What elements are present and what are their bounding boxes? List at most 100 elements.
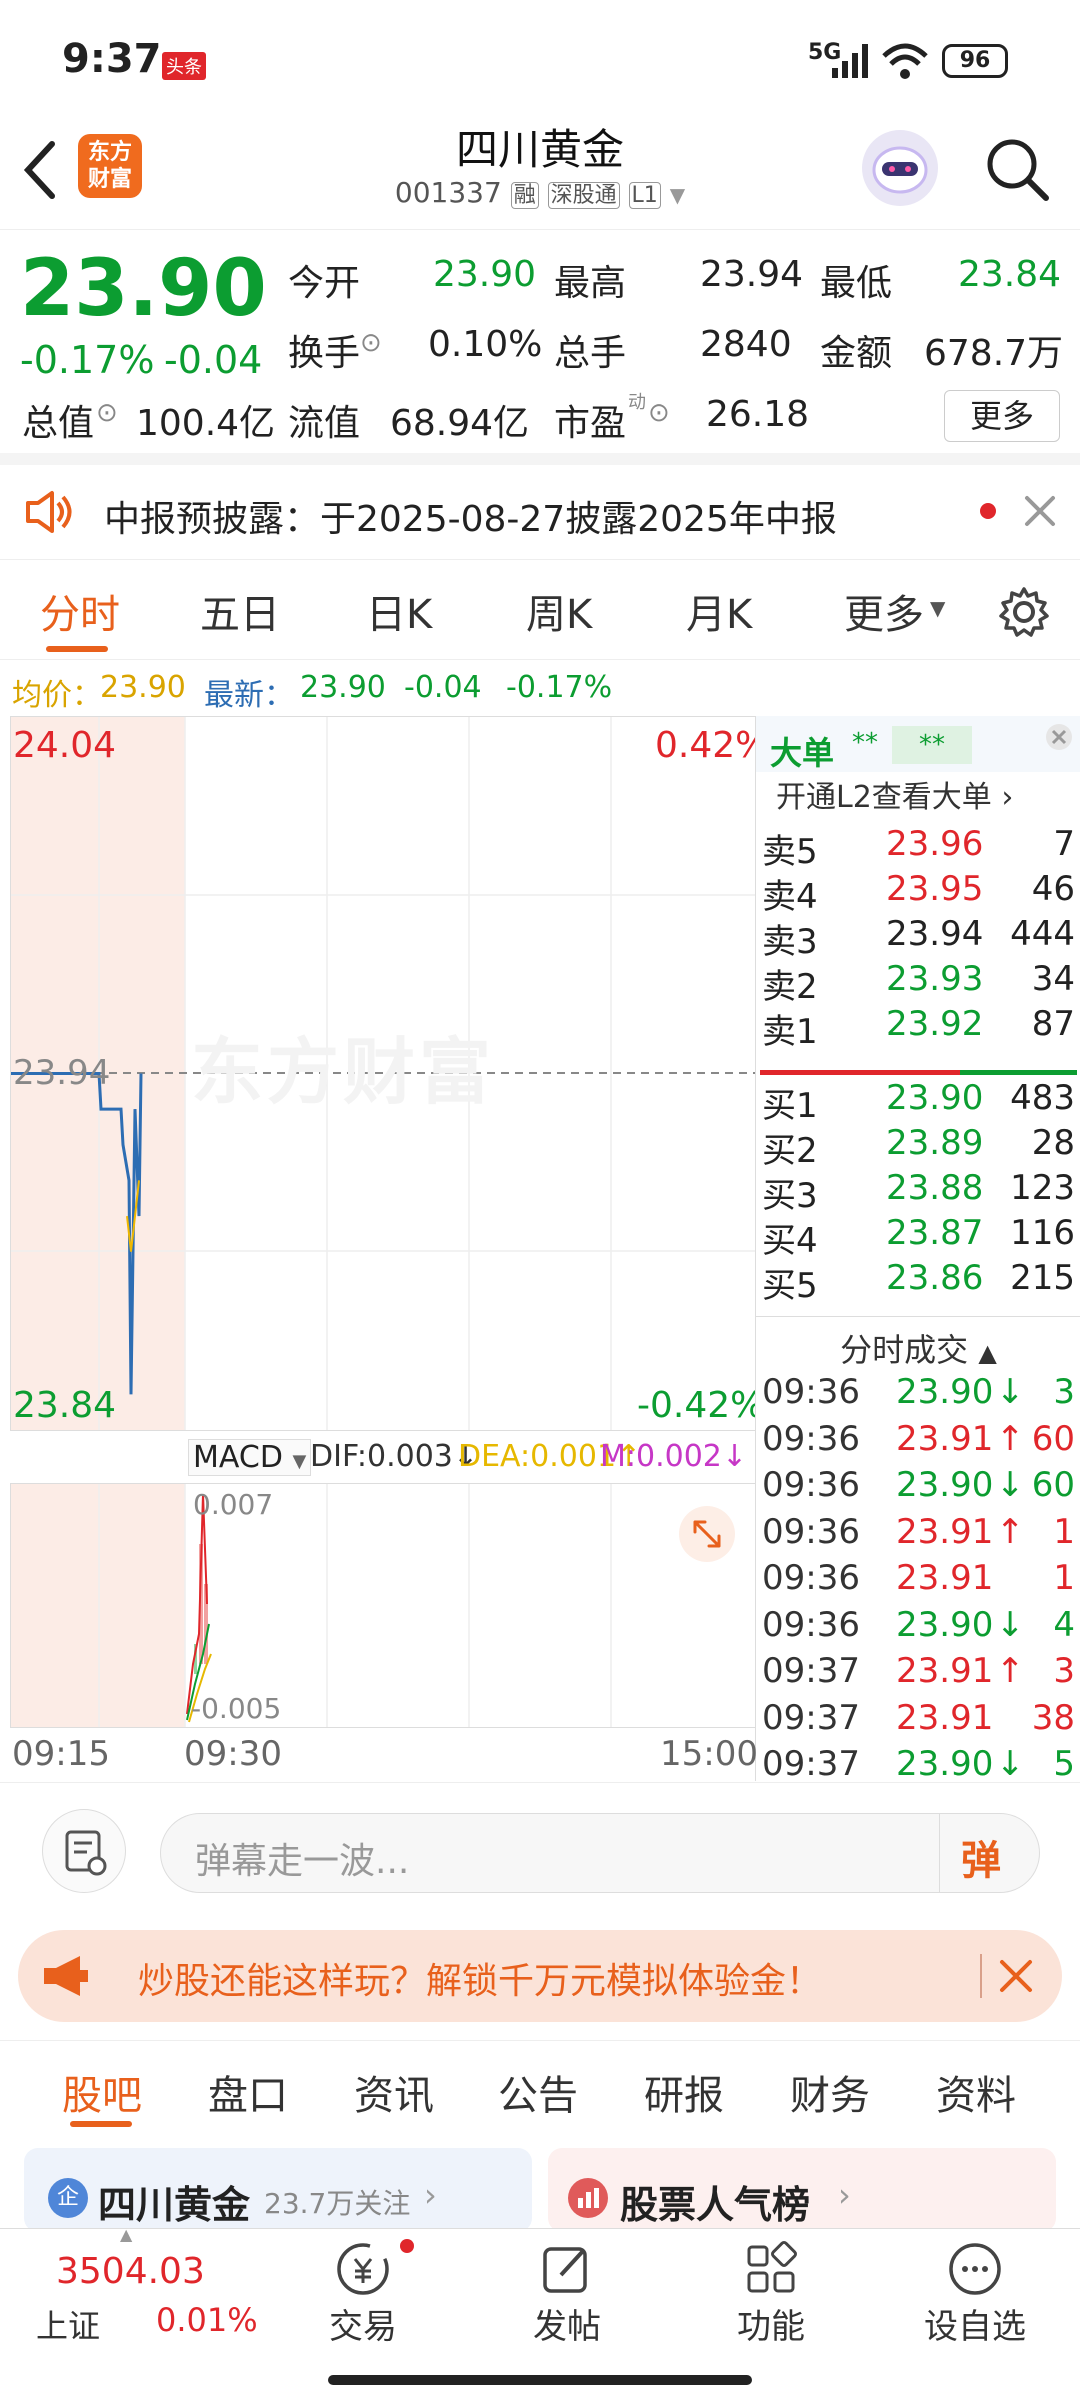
dropdown-caret-icon[interactable]: ▼	[670, 183, 685, 207]
ask-volume: 87	[1031, 1004, 1075, 1044]
danmu-placeholder: 弹幕走一波...	[195, 1841, 410, 1882]
close-promo-icon[interactable]	[998, 1958, 1034, 1994]
stock-header: 东方 财富 四川黄金 001337 融 深股通 L1 ▼	[0, 110, 1080, 230]
time-end: 15:00	[660, 1734, 758, 1774]
tab-daily-k[interactable]: 日K	[366, 582, 432, 640]
tab-forum[interactable]: 股吧	[62, 2063, 142, 2121]
price-line	[11, 1072, 143, 1395]
nav-trade-label: 交易	[329, 2307, 397, 2347]
latest-value: 23.90	[300, 670, 386, 705]
tab-profile[interactable]: 资料	[936, 2063, 1016, 2121]
tab-orderbook[interactable]: 盘口	[208, 2063, 288, 2121]
search-icon[interactable]	[982, 134, 1052, 204]
danmu-input[interactable]: 弹幕走一波... 弹	[160, 1813, 1040, 1893]
ticks-header[interactable]: 分时成交 ▲	[756, 1316, 1080, 1369]
ask-level-label: 卖1	[762, 1012, 818, 1052]
promo-banner[interactable]: 炒股还能这样玩？解锁千万元模拟体验金！	[18, 1930, 1062, 2022]
nav-post[interactable]: 发帖	[492, 2239, 642, 2348]
bid-price: 23.90	[886, 1078, 984, 1118]
tick-time: 09:36	[762, 1372, 860, 1412]
tick-row: 09:36 23.90 ↓ 3	[756, 1372, 1080, 1417]
open-value: 23.90	[433, 254, 537, 295]
intraday-chart[interactable]: 东方财富 24.04 23.94 23.84 0.42% -0.42%	[10, 716, 769, 1431]
chevron-right-icon: ›	[991, 780, 1014, 815]
tab-news[interactable]: 资讯	[354, 2063, 434, 2121]
low-label: 最低	[820, 263, 893, 304]
ask-row[interactable]: 卖4 23.95 46	[756, 869, 1080, 917]
more-button[interactable]: 更多	[944, 390, 1060, 442]
tab-more[interactable]: 更多	[844, 582, 924, 640]
tab-weekly-k[interactable]: 周K	[526, 582, 592, 640]
macd-bottom-value: -0.005	[191, 1692, 282, 1725]
ask-price: 23.94	[886, 914, 984, 954]
market-cap-info-icon[interactable]: ⊙	[96, 398, 118, 428]
tick-time: 09:37	[762, 1697, 860, 1738]
nav-add-watchlist[interactable]: 设自选	[900, 2239, 1050, 2348]
pe-label: 市盈	[554, 403, 627, 444]
nav-functions[interactable]: 功能	[696, 2239, 846, 2348]
turnover-info-icon[interactable]: ⊙	[360, 328, 382, 358]
ask-level-label: 卖5	[762, 832, 818, 872]
ask-strength-bar	[760, 1070, 960, 1075]
y-axis-top: 24.04	[13, 725, 117, 766]
close-notice-icon[interactable]	[1024, 495, 1056, 527]
toutiao-badge: 头条	[162, 52, 206, 80]
popularity-card[interactable]: 股票人气榜 ›	[548, 2148, 1056, 2232]
tick-volume: 1	[1053, 1511, 1075, 1552]
macd-chart[interactable]: 0.007 -0.005	[10, 1483, 755, 1728]
bid-row[interactable]: 买2 23.89 28	[756, 1123, 1080, 1171]
settings-gear-icon[interactable]	[998, 586, 1050, 638]
danmu-send-button[interactable]: 弹	[961, 1828, 1001, 1886]
open-label: 今开	[288, 263, 361, 304]
ask-level-label: 卖2	[762, 967, 818, 1007]
amount-value: 678.7万	[924, 333, 1064, 374]
bid-row[interactable]: 买3 23.88 123	[756, 1168, 1080, 1216]
tab-monthly-k[interactable]: 月K	[686, 582, 752, 640]
ask-row[interactable]: 卖5 23.96 7	[756, 824, 1080, 872]
macd-selector[interactable]: MACD ▼	[188, 1439, 312, 1476]
big-order-stars1: **	[852, 728, 878, 758]
status-bar: 9:37 头条 5G 96	[0, 0, 1080, 110]
tick-up-arrow-icon: ↑	[996, 1651, 1025, 1691]
tick-price: 23.91	[896, 1558, 994, 1598]
notice-bar[interactable]: 中报预披露：于2025-08-27披露2025年中报	[0, 465, 1080, 560]
expand-chart-icon[interactable]	[679, 1506, 735, 1562]
robot-assistant-icon[interactable]	[862, 130, 938, 206]
clock: 9:37	[62, 36, 162, 82]
tab-research[interactable]: 研报	[644, 2063, 724, 2121]
nav-trade[interactable]: 交易	[288, 2239, 438, 2348]
ask-price: 23.93	[886, 959, 984, 999]
forum-card[interactable]: 企 四川黄金 23.7万关注 ›	[24, 2148, 532, 2232]
close-big-order-icon[interactable]	[1044, 722, 1074, 752]
danmu-divider	[939, 1814, 940, 1892]
bid-row[interactable]: 买4 23.87 116	[756, 1213, 1080, 1261]
tab-intraday[interactable]: 分时	[40, 582, 120, 640]
ask-price: 23.95	[886, 869, 984, 909]
stock-code: 001337	[394, 176, 502, 209]
bid-row[interactable]: 买1 23.90 483	[756, 1078, 1080, 1126]
tick-volume: 60	[1031, 1418, 1075, 1459]
order-book-panel: 大单 ** ** 开通L2查看大单 › 卖5 23.96 7 卖4 23.95 46 卖3 2…	[755, 716, 1080, 1784]
index-ticker[interactable]: ▲ 3504.03 上证 0.01%	[0, 2225, 258, 2369]
bid-level-label: 买3	[762, 1176, 818, 1216]
bid-row[interactable]: 买5 23.86 215	[756, 1258, 1080, 1306]
time-axis: 09:15 09:30 15:00	[0, 1730, 758, 1780]
ask-row[interactable]: 卖2 23.93 34	[756, 959, 1080, 1007]
macd-dif-text: DIF:0.003	[310, 1439, 453, 1474]
bid-level-label: 买5	[762, 1266, 818, 1306]
danmu-settings-icon[interactable]	[42, 1809, 126, 1893]
l2-upgrade-link[interactable]: 开通L2查看大单 ›	[776, 772, 1013, 816]
ask-row[interactable]: 卖1 23.92 87	[756, 1004, 1080, 1052]
amount-label: 金额	[820, 333, 893, 374]
tick-row: 09:36 23.91 ↑ 60	[756, 1419, 1080, 1464]
time-open: 09:30	[184, 1734, 282, 1774]
pe-info-icon[interactable]: ⊙	[648, 398, 670, 428]
notice-text: 中报预披露：于2025-08-27披露2025年中报	[104, 499, 837, 540]
content-tab-indicator	[70, 2121, 132, 2127]
tab-announcements[interactable]: 公告	[498, 2063, 578, 2121]
tab-five-day[interactable]: 五日	[200, 582, 280, 640]
ask-row[interactable]: 卖3 23.94 444	[756, 914, 1080, 962]
bid-price: 23.87	[886, 1213, 984, 1253]
more-dots-icon	[949, 2243, 1001, 2295]
tab-finance[interactable]: 财务	[790, 2063, 870, 2121]
